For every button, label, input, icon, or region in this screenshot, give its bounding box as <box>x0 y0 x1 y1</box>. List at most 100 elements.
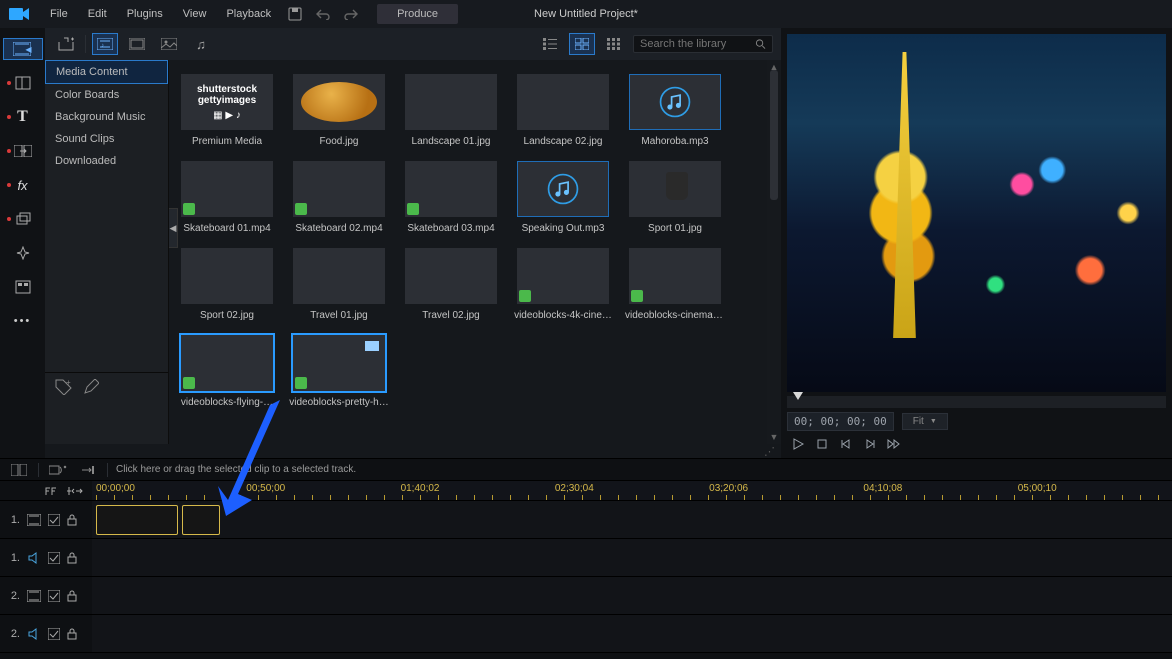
media-item[interactable]: Sport 01.jpg <box>623 161 727 234</box>
sidebar-item-downloaded[interactable]: Downloaded <box>45 150 168 172</box>
media-item[interactable]: shutterstockgettyimages▦ ▶ ♪Premium Medi… <box>175 74 279 147</box>
pencil-icon[interactable] <box>83 379 99 395</box>
search-input[interactable] <box>640 38 755 50</box>
tool-particle[interactable] <box>8 242 38 264</box>
menu-playback[interactable]: Playback <box>216 0 281 28</box>
media-item[interactable]: Landscape 02.jpg <box>511 74 615 147</box>
produce-button[interactable]: Produce <box>377 4 458 24</box>
track-lock-icon[interactable] <box>67 552 77 564</box>
tool-room[interactable] <box>8 72 38 94</box>
audio-lane-2[interactable] <box>92 615 1172 653</box>
view-grid-small-icon[interactable] <box>601 33 627 55</box>
sidebar-item-color-boards[interactable]: Color Boards <box>45 84 168 106</box>
view-grid-large-icon[interactable] <box>569 33 595 55</box>
playhead-icon[interactable] <box>793 392 803 406</box>
tool-transition[interactable] <box>8 140 38 162</box>
media-item[interactable]: Skateboard 02.mp4 <box>287 161 391 234</box>
timeline-clip[interactable] <box>182 505 220 535</box>
media-thumbnail <box>629 248 721 304</box>
menu-edit[interactable]: Edit <box>78 0 117 28</box>
tool-text[interactable]: T <box>8 106 38 128</box>
track-header-1a[interactable]: 1. <box>0 539 92 577</box>
track-lock-icon[interactable] <box>67 514 77 526</box>
media-item[interactable]: Skateboard 03.mp4 <box>399 161 503 234</box>
media-item[interactable]: videoblocks-4k-cine… <box>511 248 615 321</box>
menu-plugins[interactable]: Plugins <box>117 0 173 28</box>
import-media-icon[interactable] <box>53 33 79 55</box>
sidebar-item-background-music[interactable]: Background Music <box>45 106 168 128</box>
svg-text:♪: ♪ <box>101 43 104 49</box>
ruler-tick: 03;20;06 <box>709 483 748 494</box>
video-lane-2[interactable] <box>92 577 1172 615</box>
filter-image-icon[interactable] <box>124 33 150 55</box>
preview-scrubber[interactable] <box>787 396 1166 408</box>
media-item[interactable]: Food.jpg <box>287 74 391 147</box>
tag-icon[interactable]: + <box>55 379 73 395</box>
svg-text:+: + <box>66 379 71 387</box>
track-number: 1. <box>8 514 20 526</box>
zoom-timeline-icon[interactable] <box>66 485 84 497</box>
audio-lane-1[interactable] <box>92 539 1172 577</box>
resize-grip-icon[interactable]: ⋰ <box>764 445 775 458</box>
library-search[interactable] <box>633 35 773 53</box>
timeline-clip[interactable] <box>96 505 178 535</box>
save-icon[interactable] <box>283 2 307 26</box>
timeline-tracks[interactable]: 00;00;00 00;50;0001;40;0202;30;0403;20;0… <box>92 481 1172 659</box>
media-item[interactable]: Sport 02.jpg <box>175 248 279 321</box>
media-item[interactable]: videoblocks-pretty-h… <box>287 335 391 408</box>
media-item[interactable]: Landscape 01.jpg <box>399 74 503 147</box>
timeline-ruler[interactable]: 00;00;00 00;50;0001;40;0202;30;0403;20;0… <box>92 481 1172 501</box>
snap-icon[interactable] <box>44 485 60 497</box>
stop-button[interactable] <box>811 434 833 454</box>
fast-forward-button[interactable] <box>883 434 905 454</box>
track-enabled-checkbox[interactable] <box>48 514 60 526</box>
media-item[interactable]: Skateboard 01.mp4 <box>175 161 279 234</box>
video-track-icon <box>27 514 41 526</box>
preview-viewport[interactable] <box>787 34 1166 392</box>
track-header-2v[interactable]: 2. <box>0 577 92 615</box>
menu-view[interactable]: View <box>173 0 217 28</box>
track-lock-icon[interactable] <box>67 590 77 602</box>
prev-frame-button[interactable] <box>835 434 857 454</box>
media-item[interactable]: Travel 02.jpg <box>399 248 503 321</box>
tool-overlay[interactable] <box>8 208 38 230</box>
media-item[interactable]: videoblocks-cinemat… <box>623 248 727 321</box>
media-thumbnail <box>293 161 385 217</box>
tool-media[interactable]: ◀ <box>3 38 43 60</box>
timecode-display[interactable]: 00; 00; 00; 00 <box>787 412 894 431</box>
track-enabled-checkbox[interactable] <box>48 552 60 564</box>
media-thumbnail <box>293 74 385 130</box>
media-item[interactable]: Mahoroba.mp3 <box>623 74 727 147</box>
media-item[interactable]: videoblocks-flying-… <box>175 335 279 408</box>
scrollbar-thumb[interactable] <box>770 70 778 200</box>
track-lock-icon[interactable] <box>67 628 77 640</box>
video-lane-1[interactable] <box>92 501 1172 539</box>
sidebar-item-media-content[interactable]: Media Content <box>45 60 168 84</box>
zoom-fit-dropdown[interactable]: Fit▼ <box>902 413 948 430</box>
timeline-views-icon[interactable] <box>8 461 30 479</box>
collapse-sidebar-button[interactable]: ◀ <box>169 208 178 248</box>
media-label: Skateboard 02.mp4 <box>295 223 382 234</box>
view-list-icon[interactable] <box>537 33 563 55</box>
redo-icon[interactable] <box>339 2 363 26</box>
library-scrollbar[interactable]: ▲ ▼ <box>767 60 781 444</box>
timeline-tool2-icon[interactable] <box>77 461 99 479</box>
track-header-2a[interactable]: 2. <box>0 615 92 653</box>
track-enabled-checkbox[interactable] <box>48 590 60 602</box>
filter-video-icon[interactable]: ♪ <box>92 33 118 55</box>
media-item[interactable]: Travel 01.jpg <box>287 248 391 321</box>
track-enabled-checkbox[interactable] <box>48 628 60 640</box>
tool-more[interactable]: ••• <box>8 310 38 332</box>
filter-audio-icon[interactable]: ♫ <box>188 33 214 55</box>
filter-photo-icon[interactable] <box>156 33 182 55</box>
undo-icon[interactable] <box>311 2 335 26</box>
play-button[interactable] <box>787 434 809 454</box>
tool-template[interactable] <box>8 276 38 298</box>
timeline-tool1-icon[interactable] <box>47 461 69 479</box>
menu-file[interactable]: File <box>40 0 78 28</box>
next-frame-button[interactable] <box>859 434 881 454</box>
track-header-1v[interactable]: 1. <box>0 501 92 539</box>
sidebar-item-sound-clips[interactable]: Sound Clips <box>45 128 168 150</box>
media-item[interactable]: Speaking Out.mp3 <box>511 161 615 234</box>
tool-fx[interactable]: fx <box>8 174 38 196</box>
